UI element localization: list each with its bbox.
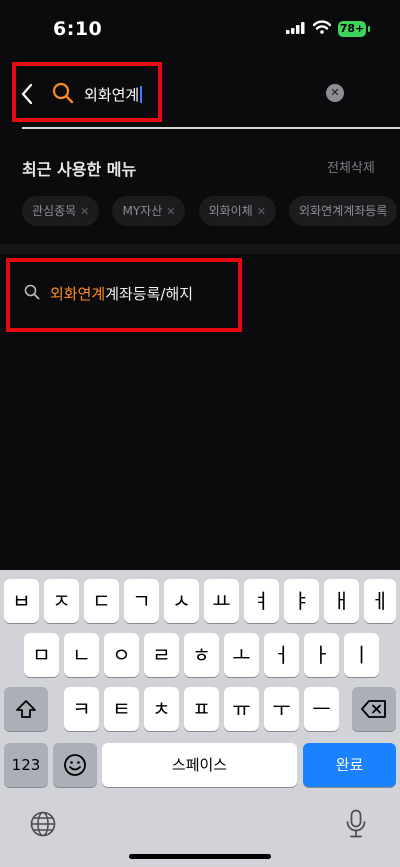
- key[interactable]: ㅓ: [264, 633, 299, 677]
- key[interactable]: ㅛ: [204, 579, 239, 623]
- remove-chip-icon[interactable]: ✕: [166, 205, 175, 218]
- key[interactable]: ㅇ: [104, 633, 139, 677]
- emoji-key[interactable]: [53, 743, 97, 787]
- key[interactable]: ㄹ: [144, 633, 179, 677]
- emoji-icon: [64, 754, 86, 776]
- status-bar: 6:10 78+: [0, 0, 400, 56]
- recent-chip[interactable]: 관심종목 ✕: [22, 196, 100, 226]
- key[interactable]: ㅂ: [4, 579, 39, 623]
- key[interactable]: ㅅ: [164, 579, 199, 623]
- done-key[interactable]: 완료: [303, 743, 396, 787]
- section-divider: [0, 244, 400, 254]
- keyboard-row-2: ㅁ ㄴ ㅇ ㄹ ㅎ ㅗ ㅓ ㅏ ㅣ: [0, 633, 400, 677]
- chip-label: 관심종목: [32, 204, 77, 218]
- shift-icon: [16, 700, 36, 718]
- remove-chip-icon[interactable]: ✕: [257, 205, 266, 218]
- microphone-icon[interactable]: [345, 809, 367, 839]
- recent-chip[interactable]: MY자산 ✕: [112, 196, 186, 226]
- chip-label: 외화연계계좌등록: [299, 204, 388, 218]
- keyboard-row-1: ㅂ ㅈ ㄷ ㄱ ㅅ ㅛ ㅕ ㅑ ㅐ ㅔ: [0, 579, 400, 623]
- clear-icon[interactable]: ✕: [326, 84, 344, 102]
- globe-icon[interactable]: [30, 811, 56, 837]
- key[interactable]: ㅠ: [224, 687, 259, 731]
- key[interactable]: ㅈ: [44, 579, 79, 623]
- key[interactable]: ㅁ: [24, 633, 59, 677]
- key[interactable]: ㅔ: [364, 579, 396, 623]
- key[interactable]: ㄷ: [84, 579, 119, 623]
- search-underline: [22, 127, 400, 129]
- recent-chip[interactable]: 외화연계계좌등록: [289, 196, 398, 226]
- key[interactable]: ㅎ: [184, 633, 219, 677]
- chip-label: MY자산: [122, 204, 163, 218]
- chip-label: 외화이체: [208, 204, 253, 218]
- wifi-icon: [313, 20, 331, 34]
- key[interactable]: ㅊ: [144, 687, 179, 731]
- remove-chip-icon[interactable]: ✕: [80, 205, 89, 218]
- key[interactable]: ㄱ: [124, 579, 159, 623]
- key[interactable]: ㅑ: [284, 579, 319, 623]
- recent-chip-list: 관심종목 ✕ MY자산 ✕ 외화이체 ✕ 외화연계계좌등록: [22, 196, 400, 228]
- keyboard-row-3: ㅋ ㅌ ㅊ ㅍ ㅠ ㅜ ㅡ: [0, 687, 400, 731]
- key[interactable]: ㅐ: [324, 579, 359, 623]
- battery-icon: 78+: [338, 21, 370, 37]
- keyboard: ㅂ ㅈ ㄷ ㄱ ㅅ ㅛ ㅕ ㅑ ㅐ ㅔ ㅁ ㄴ ㅇ ㄹ ㅎ ㅗ ㅓ ㅏ ㅣ ㅋ …: [0, 570, 400, 867]
- status-time: 6:10: [53, 18, 103, 40]
- key[interactable]: ㅏ: [304, 633, 339, 677]
- annotation-box-result: [6, 258, 242, 332]
- key[interactable]: ㅋ: [64, 687, 99, 731]
- backspace-key[interactable]: [352, 687, 396, 731]
- annotation-box-search: [12, 62, 162, 122]
- keyboard-row-4: 123 스페이스 완료: [0, 743, 400, 787]
- shift-key[interactable]: [4, 687, 48, 731]
- space-key[interactable]: 스페이스: [102, 743, 297, 787]
- key[interactable]: ㅍ: [184, 687, 219, 731]
- delete-all-button[interactable]: 전체삭제: [327, 157, 375, 176]
- recent-menu-title: 최근 사용한 메뉴: [22, 160, 137, 179]
- key[interactable]: ㅌ: [104, 687, 139, 731]
- key[interactable]: ㅡ: [304, 687, 339, 731]
- key[interactable]: ㄴ: [64, 633, 99, 677]
- cellular-signal-icon: [286, 22, 305, 34]
- key[interactable]: ㅜ: [264, 687, 299, 731]
- recent-chip[interactable]: 외화이체 ✕: [198, 196, 276, 226]
- key[interactable]: ㅕ: [244, 579, 279, 623]
- numbers-key[interactable]: 123: [4, 743, 48, 787]
- key[interactable]: ㅗ: [224, 633, 259, 677]
- backspace-icon: [361, 700, 386, 718]
- key[interactable]: ㅣ: [344, 633, 379, 677]
- home-indicator: [129, 854, 271, 859]
